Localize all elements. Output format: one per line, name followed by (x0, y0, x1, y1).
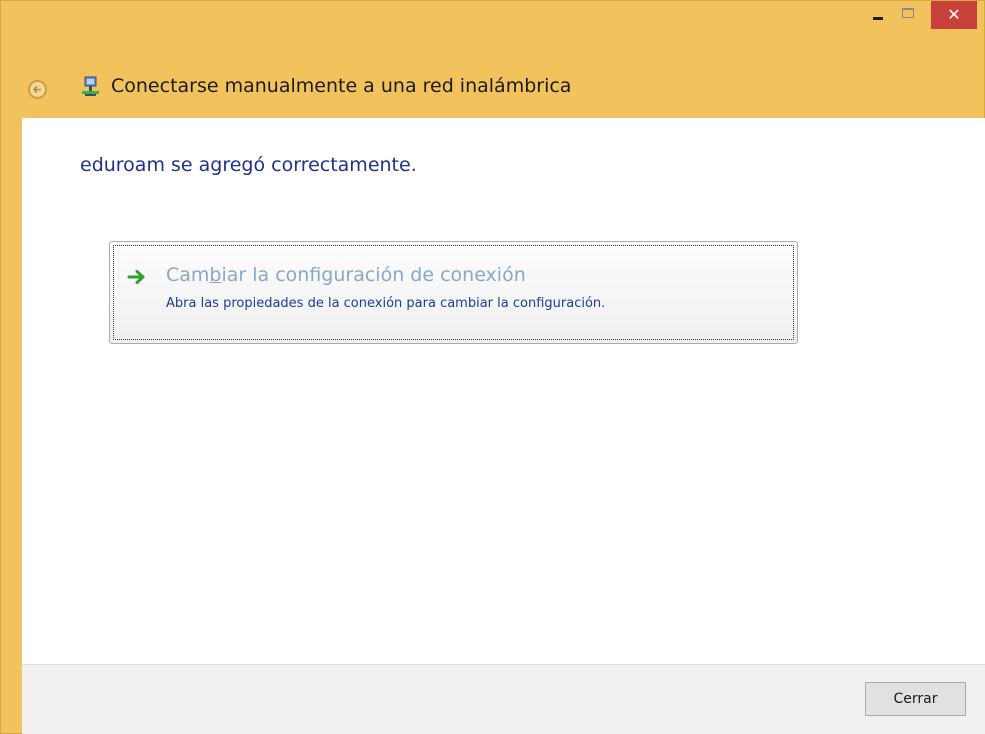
change-connection-settings-link[interactable]: Cambiar la configuración de conexión Abr… (109, 241, 798, 344)
close-icon[interactable]: ✕ (931, 1, 977, 29)
command-link-title-part2: iar la configuración de conexión (221, 264, 526, 286)
navigation-row: Conectarse manualmente a una red inalámb… (1, 63, 984, 115)
command-link-title: Cambiar la configuración de conexión (166, 264, 526, 286)
window-title: Conectarse manualmente a una red inalámb… (111, 75, 572, 97)
content-area: eduroam se agregó correctamente. Cambiar… (22, 118, 985, 664)
command-link-title-part1: Cam (166, 264, 210, 286)
dialog-window: ✕ Conectarse manualmente a una red inalá… (0, 0, 985, 734)
caption-buttons: ✕ (863, 1, 977, 29)
focus-rectangle: Cambiar la configuración de conexión Abr… (113, 245, 794, 340)
minimize-icon[interactable] (863, 1, 893, 29)
title-bar[interactable]: ✕ (1, 1, 984, 61)
command-link-description: Abra las propiedades de la conexión para… (166, 296, 606, 311)
back-arrow-icon[interactable] (28, 80, 47, 99)
footer-bar: Cerrar (22, 664, 985, 734)
maximize-icon[interactable] (893, 1, 923, 29)
network-icon (80, 76, 102, 98)
command-link-access-key: b (209, 264, 222, 286)
green-arrow-icon (127, 268, 147, 290)
success-message: eduroam se agregó correctamente. (80, 154, 417, 176)
close-button[interactable]: Cerrar (865, 682, 966, 716)
